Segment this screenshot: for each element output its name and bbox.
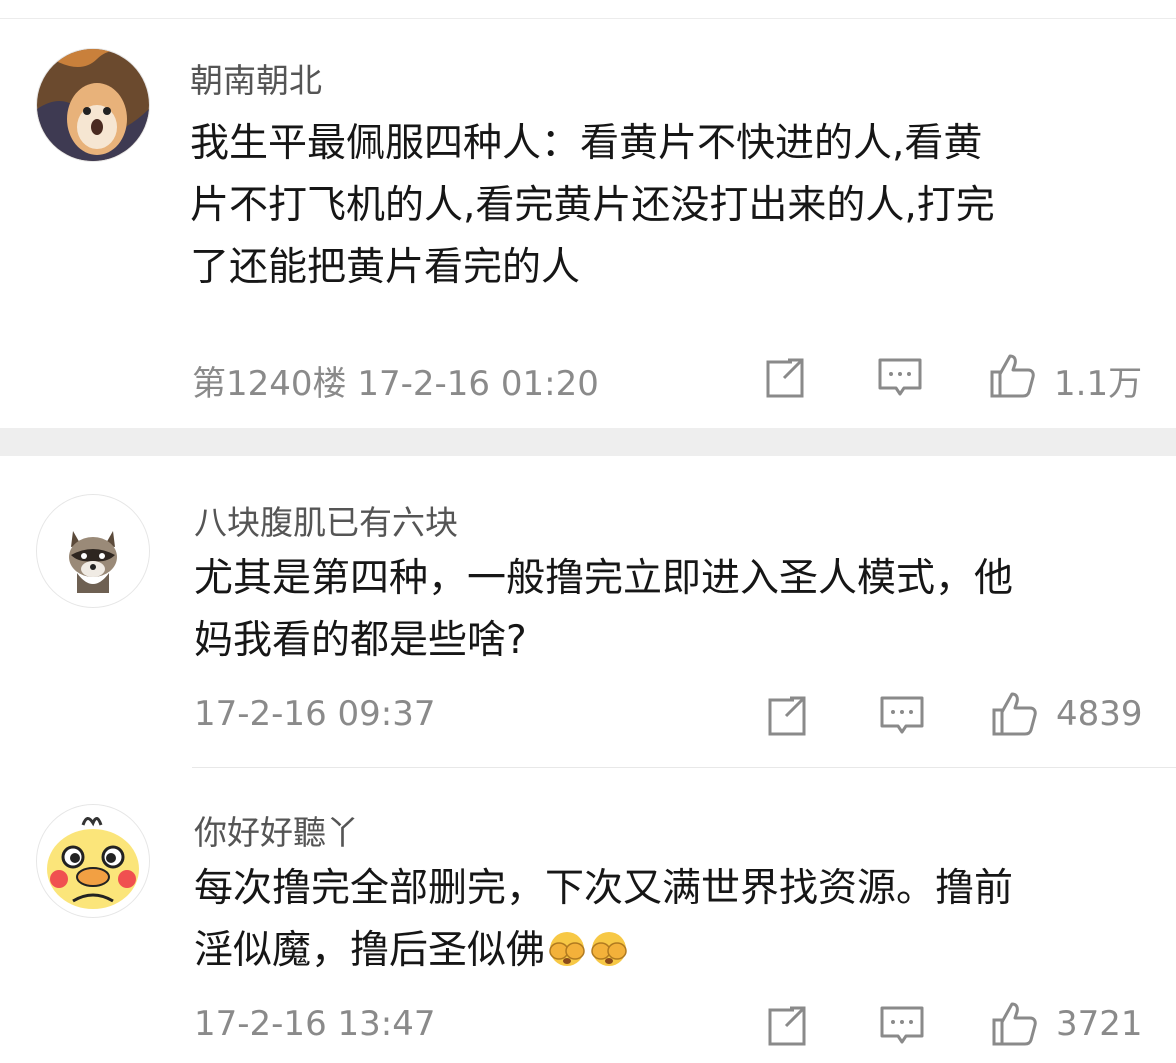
- share-icon[interactable]: [762, 354, 810, 402]
- comment-line: 淫似魔，撸后圣似佛: [194, 928, 546, 973]
- share-icon[interactable]: [764, 1002, 812, 1050]
- comment-meta: 17-2-16 13:47: [194, 1004, 436, 1044]
- comment-timestamp: 17-2-16 01:20: [357, 364, 599, 404]
- comment-username[interactable]: 你好好聽丫: [194, 806, 359, 854]
- comment-meta: 17-2-16 09:37: [194, 694, 436, 734]
- comment-item: 八块腹肌已有六块 尤其是第四种，一般撸完立即进入圣人模式，他 妈我看的都是些啥?…: [0, 456, 1176, 768]
- raccoon-avatar[interactable]: [36, 494, 150, 608]
- face-covering-emoji: [547, 926, 587, 966]
- like-count: 3721: [1056, 1004, 1143, 1044]
- comment-username[interactable]: 朝南朝北: [190, 54, 322, 102]
- hamster-avatar[interactable]: [36, 48, 150, 162]
- comment-line: 每次撸完全部删完，下次又满世界找资源。撸前: [194, 866, 1014, 911]
- comment-icon[interactable]: [878, 1002, 926, 1050]
- comment-line: 了还能把黄片看完的人: [190, 245, 581, 290]
- comment-username[interactable]: 八块腹肌已有六块: [194, 496, 458, 544]
- like-count: 4839: [1056, 694, 1143, 734]
- section-separator: [0, 428, 1176, 456]
- comment-meta: 第1240楼 17-2-16 01:20: [192, 356, 599, 405]
- comment-icon[interactable]: [876, 354, 924, 402]
- duck-avatar[interactable]: [36, 804, 150, 918]
- comment-line-with-emoji: 淫似魔，撸后圣似佛: [194, 920, 1154, 982]
- floor-number: 第1240楼: [192, 364, 347, 404]
- like-icon[interactable]: [990, 690, 1038, 738]
- comment-timestamp: 17-2-16 13:47: [194, 1004, 436, 1044]
- comment-timestamp: 17-2-16 09:37: [194, 694, 436, 734]
- comment-line: 妈我看的都是些啥?: [194, 618, 527, 663]
- comment-item: 你好好聽丫 每次撸完全部删完，下次又满世界找资源。撸前 淫似魔，撸后圣似佛 17…: [0, 768, 1176, 1063]
- like-count: 1.1万: [1054, 364, 1143, 404]
- comment-item: 朝南朝北 我生平最佩服四种人：看黄片不快进的人,看黄 片不打飞机的人,看完黄片还…: [0, 0, 1176, 428]
- comment-text: 我生平最佩服四种人：看黄片不快进的人,看黄 片不打飞机的人,看完黄片还没打出来的…: [190, 113, 1150, 299]
- comment-line: 片不打飞机的人,看完黄片还没打出来的人,打完: [190, 183, 995, 228]
- comment-text: 每次撸完全部删完，下次又满世界找资源。撸前 淫似魔，撸后圣似佛: [194, 858, 1154, 982]
- like-icon[interactable]: [988, 352, 1036, 400]
- share-icon[interactable]: [764, 692, 812, 740]
- comment-text: 尤其是第四种，一般撸完立即进入圣人模式，他 妈我看的都是些啥?: [194, 548, 1154, 672]
- face-covering-emoji: [589, 926, 629, 966]
- like-icon[interactable]: [990, 1000, 1038, 1048]
- comment-icon[interactable]: [878, 692, 926, 740]
- comment-line: 尤其是第四种，一般撸完立即进入圣人模式，他: [194, 556, 1014, 601]
- comment-line: 我生平最佩服四种人：看黄片不快进的人,看黄: [190, 121, 983, 166]
